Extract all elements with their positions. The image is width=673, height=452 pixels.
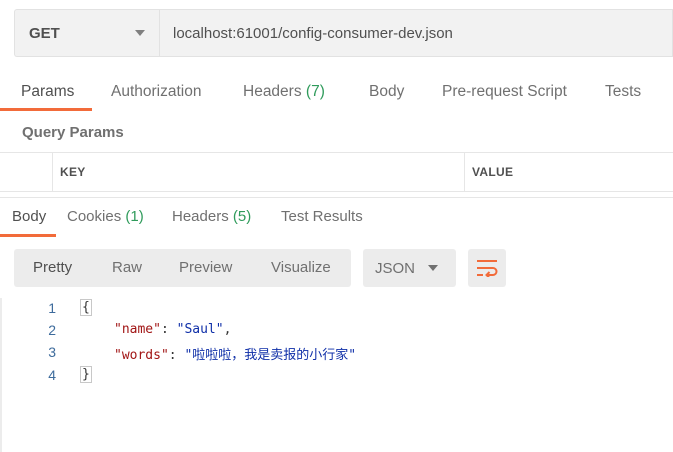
chevron-down-icon <box>135 30 145 36</box>
column-header-value: VALUE <box>472 165 514 179</box>
column-divider <box>52 153 53 191</box>
wrap-lines-icon <box>477 260 498 277</box>
line-number: 2 <box>48 322 56 338</box>
json-string: "Saul" <box>176 322 224 337</box>
tab-label: Tests <box>605 83 642 100</box>
tab-pre-request-script[interactable]: Pre-request Script <box>442 83 567 101</box>
tab-response-headers[interactable]: Headers (5) <box>172 208 251 225</box>
tab-label: Body <box>12 208 47 225</box>
tab-count: (1) <box>125 208 144 225</box>
line-number: 1 <box>48 300 56 316</box>
view-mode-group: Pretty Raw Preview Visualize <box>14 249 351 287</box>
matched-brace: } <box>80 366 92 383</box>
active-tab-indicator <box>0 234 56 237</box>
tab-test-results[interactable]: Test Results <box>281 208 363 225</box>
json-colon: : <box>160 322 177 337</box>
json-key: "name" <box>114 322 161 337</box>
tab-label: Cookies <box>67 208 122 225</box>
tab-count: (5) <box>232 208 252 225</box>
tab-label: Authorization <box>111 83 202 100</box>
column-divider[interactable] <box>464 153 465 191</box>
tab-tests[interactable]: Tests <box>605 83 641 101</box>
code-line: 1 { <box>0 299 600 322</box>
tab-response-body[interactable]: Body <box>12 208 46 225</box>
pane-divider[interactable] <box>0 197 673 198</box>
response-tabs: Body Cookies (1) Headers (5) Test Result… <box>0 200 673 237</box>
tab-label: Params <box>21 83 75 100</box>
view-raw-button[interactable]: Raw <box>112 259 142 276</box>
column-header-key: KEY <box>60 165 86 179</box>
request-bar: GET localhost:61001/config-consumer-dev.… <box>14 9 673 57</box>
code-text: } <box>80 366 92 383</box>
code-line: 2 "name": "Saul", <box>0 322 600 344</box>
tab-label: Body <box>369 83 405 100</box>
method-select[interactable]: GET <box>14 9 159 57</box>
tab-label: Headers <box>172 208 229 225</box>
line-number: 4 <box>48 367 56 383</box>
json-string: "啦啦啦，我是卖报的小行家" <box>184 348 357 363</box>
tab-params[interactable]: Params <box>21 83 74 101</box>
matched-brace: { <box>80 299 92 316</box>
query-params-title: Query Params <box>22 124 124 141</box>
line-number: 3 <box>48 344 56 360</box>
view-pretty-button[interactable]: Pretty <box>33 259 72 276</box>
json-comma: , <box>223 322 232 337</box>
tab-cookies[interactable]: Cookies (1) <box>67 208 144 225</box>
tab-headers[interactable]: Headers (7) <box>243 83 325 101</box>
code-text: "name": "Saul", <box>114 322 231 337</box>
code-text: { <box>80 299 92 316</box>
code-text: "words": "啦啦啦，我是卖报的小行家" <box>114 344 356 363</box>
view-visualize-button[interactable]: Visualize <box>271 259 331 276</box>
code-line: 4 } <box>0 366 600 389</box>
tab-authorization[interactable]: Authorization <box>111 83 201 101</box>
wrap-lines-button[interactable] <box>468 249 506 287</box>
url-input[interactable]: localhost:61001/config-consumer-dev.json <box>159 9 673 57</box>
tab-label: Headers <box>243 83 302 100</box>
tab-label: Test Results <box>281 208 363 225</box>
tab-body[interactable]: Body <box>369 83 404 101</box>
json-colon: : <box>168 348 185 363</box>
chevron-down-icon <box>428 265 438 271</box>
view-preview-button[interactable]: Preview <box>179 259 232 276</box>
tab-label: Pre-request Script <box>442 83 567 100</box>
code-line: 3 "words": "啦啦啦，我是卖报的小行家" <box>0 344 600 366</box>
tab-count: (7) <box>305 83 325 100</box>
format-select[interactable]: JSON <box>363 249 456 287</box>
json-key: "words" <box>114 348 169 363</box>
format-label: JSON <box>375 259 416 277</box>
method-label: GET <box>29 24 60 42</box>
params-table: KEY VALUE <box>0 152 673 192</box>
active-tab-indicator <box>0 108 92 111</box>
request-tabs: Params Authorization Headers (7) Body Pr… <box>0 73 673 111</box>
